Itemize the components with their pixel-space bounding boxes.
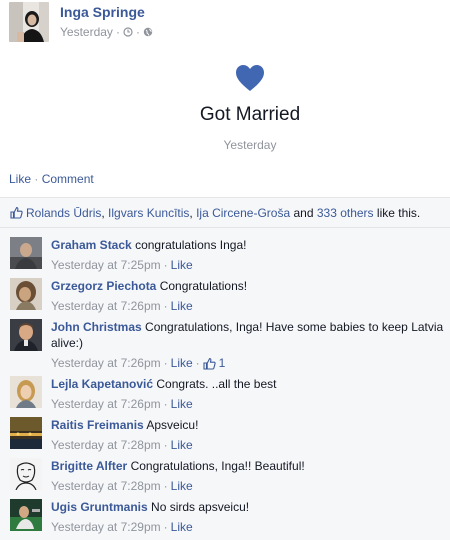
likes-and: and [293,206,314,220]
post-meta: Yesterday · · [60,25,153,39]
comment-meta: Yesterday at 7:25pm · Like [51,257,450,273]
comment-text: Congratulations! [159,279,248,293]
post-header: Inga Springe Yesterday · · [9,2,449,44]
comment-like-link[interactable]: Like [171,298,193,314]
divider [0,227,450,228]
author-avatar[interactable] [9,2,49,42]
comment-time[interactable]: Yesterday at 7:28pm [51,437,161,453]
comment-body: Raitis Freimanis Apsveicu! Yesterday at … [51,417,450,453]
meta-separator: · [163,520,168,534]
meta-separator: · [163,479,168,493]
meta-separator: · [195,356,200,370]
liker-name[interactable]: Ija Circene-Groša [196,206,290,220]
commenter-name[interactable]: Brigitte Alfter [51,459,127,473]
comment-text: Congratulations, Inga!! Beautiful! [130,459,305,473]
heart-icon [236,65,264,91]
comment-meta: Yesterday at 7:26pm · Like [51,396,450,412]
comment-time[interactable]: Yesterday at 7:26pm [51,298,161,314]
thumbs-up-icon [203,357,216,370]
comment-meta: Yesterday at 7:26pm · Like [51,298,450,314]
meta-separator: · [163,438,168,452]
comment-body: Graham Stack congratulations Inga! Yeste… [51,237,450,273]
commenter-avatar[interactable] [10,458,42,490]
comment-like-link[interactable]: Like [171,396,193,412]
author-name[interactable]: Inga Springe [60,4,145,20]
meta-separator: · [115,25,120,39]
comment-body: John Christmas Congratulations, Inga! Ha… [51,319,450,371]
post-time[interactable]: Yesterday [60,25,113,39]
likes-summary: Rolands Ūdris, Ilgvars Kuncītis, Ija Cir… [10,206,448,220]
post-actions: Like · Comment [9,172,94,186]
comment-like-link[interactable]: Like [171,355,193,371]
comment-like-count[interactable]: 1 [219,355,226,371]
commenter-name[interactable]: Grzegorz Piechota [51,279,156,293]
globe-icon[interactable] [143,27,153,37]
commenter-name[interactable]: Ugis Gruntmanis [51,500,148,514]
liker-name[interactable]: Rolands Ūdris [26,206,101,220]
comment-time[interactable]: Yesterday at 7:26pm [51,355,161,371]
commenter-name[interactable]: Lejla Kapetanović [51,377,153,391]
comment-meta: Yesterday at 7:28pm · Like [51,437,450,453]
commenter-avatar[interactable] [10,319,42,351]
likes-others-link[interactable]: 333 others [317,206,374,220]
comment-like-link[interactable]: Like [171,519,193,535]
meta-separator: · [163,299,168,313]
comment-meta: Yesterday at 7:29pm · Like [51,519,450,535]
commenter-avatar[interactable] [10,499,42,531]
comment-like-link[interactable]: Like [171,257,193,273]
commenter-avatar[interactable] [10,278,42,310]
likes-suffix: like this. [376,206,421,220]
comment-body: Ugis Gruntmanis No sirds apsveicu! Yeste… [51,499,450,535]
comment-body: Grzegorz Piechota Congratulations! Yeste… [51,278,450,314]
like-link[interactable]: Like [9,172,31,186]
commenter-avatar[interactable] [10,376,42,408]
comment-time[interactable]: Yesterday at 7:26pm [51,396,161,412]
comment-meta: Yesterday at 7:28pm · Like [51,478,450,494]
comment-text: Apsveicu! [146,418,199,432]
meta-separator: · [163,258,168,272]
feedback-section: Rolands Ūdris, Ilgvars Kuncītis, Ija Cir… [0,197,450,540]
commenter-name[interactable]: Raitis Freimanis [51,418,144,432]
event-date: Yesterday [223,138,277,152]
comment-like-link[interactable]: Like [171,437,193,453]
comment-time[interactable]: Yesterday at 7:28pm [51,478,161,494]
comment-text: No sirds apsveicu! [151,500,250,514]
clock-icon [123,27,133,37]
comment-like-link[interactable]: Like [171,478,193,494]
liker-name[interactable]: Ilgvars Kuncītis [108,206,189,220]
comment-time[interactable]: Yesterday at 7:25pm [51,257,161,273]
meta-separator: · [163,356,168,370]
commenter-avatar[interactable] [10,237,42,269]
meta-separator: · [135,25,140,39]
comment-time[interactable]: Yesterday at 7:29pm [51,519,161,535]
comment-text: Congrats. ..all the best [156,377,277,391]
comment-text: congratulations Inga! [135,238,247,252]
action-separator: · [34,172,39,186]
commenter-avatar[interactable] [10,417,42,449]
thumbs-up-icon [10,207,23,219]
comment-link[interactable]: Comment [42,172,94,186]
comment-body: Lejla Kapetanović Congrats. ..all the be… [51,376,450,412]
commenter-name[interactable]: John Christmas [51,320,142,334]
meta-separator: · [163,397,168,411]
event-title: Got Married [199,104,301,125]
comment-body: Brigitte Alfter Congratulations, Inga!! … [51,458,450,494]
commenter-name[interactable]: Graham Stack [51,238,132,252]
comment-meta: Yesterday at 7:26pm · Like · 1 [51,355,450,371]
